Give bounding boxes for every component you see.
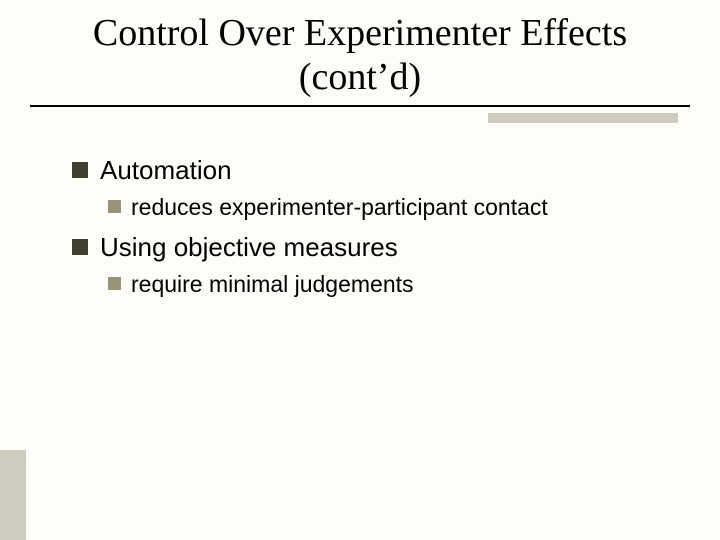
title-line-2: (cont’d): [299, 56, 421, 98]
title-line-1: Control Over Experimenter Effects: [93, 12, 627, 54]
title-underline: [0, 105, 720, 135]
square-bullet-icon: [72, 239, 88, 255]
horizontal-rule: [30, 105, 690, 107]
rule-shadow-accent: [488, 113, 678, 123]
slide: Control Over Experimenter Effects (cont’…: [0, 0, 720, 540]
list-item: require minimal judgements: [108, 269, 680, 300]
slide-title: Control Over Experimenter Effects (cont’…: [0, 0, 720, 105]
list-item: reduces experimenter-participant contact: [108, 192, 680, 223]
list-item: Automation: [72, 153, 680, 188]
square-bullet-icon: [108, 277, 121, 290]
corner-accent: [0, 450, 26, 540]
square-bullet-icon: [108, 200, 121, 213]
list-item-label: Using objective measures: [100, 230, 398, 265]
list-item-label: require minimal judgements: [131, 269, 414, 300]
list-item: Using objective measures: [72, 230, 680, 265]
list-item-label: reduces experimenter-participant contact: [131, 192, 548, 223]
list-item-label: Automation: [100, 153, 232, 188]
slide-body: Automation reduces experimenter-particip…: [0, 135, 720, 299]
square-bullet-icon: [72, 162, 88, 178]
